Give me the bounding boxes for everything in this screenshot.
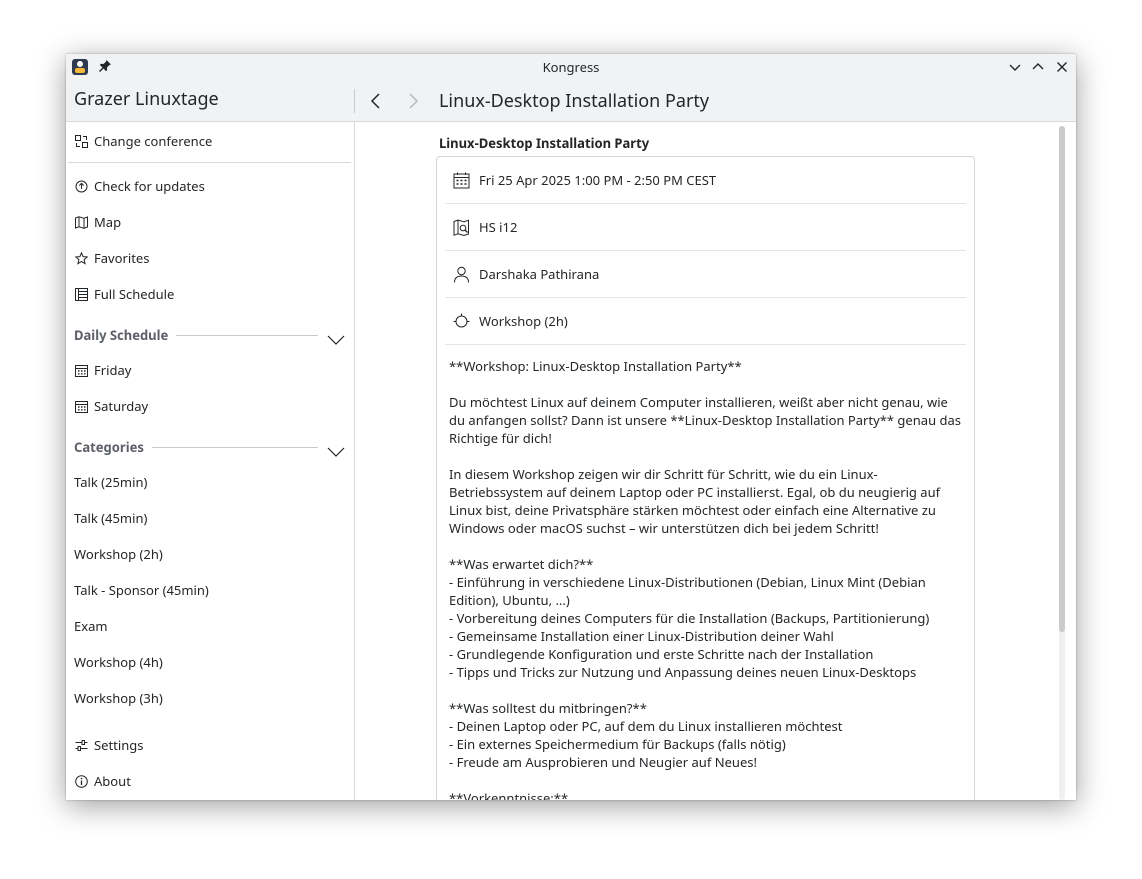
sidebar-item-check-updates[interactable]: Check for updates [74, 176, 205, 196]
calendar-icon [74, 399, 88, 413]
category-icon [451, 311, 471, 331]
chevron-down-icon [327, 447, 345, 457]
sidebar-item-map[interactable]: Map [74, 212, 121, 232]
description-paragraph: **Was erwartet dich?** - Einführung in v… [449, 555, 930, 681]
back-button[interactable] [365, 89, 387, 113]
sidebar-item-about[interactable]: About [74, 771, 131, 791]
daily-schedule-heading: Daily Schedule [74, 326, 169, 344]
sidebar-item-settings[interactable]: Settings [74, 735, 143, 755]
sidebar-item-label: Friday [94, 361, 132, 379]
sidebar-item-category[interactable]: Workshop (3h) [74, 688, 163, 708]
calendar-icon [74, 363, 88, 377]
daily-schedule-collapse-button[interactable] [327, 329, 345, 345]
sidebar-item-saturday[interactable]: Saturday [74, 396, 148, 416]
maximize-button[interactable] [1029, 58, 1047, 76]
sidebar-item-favorites[interactable]: Favorites [74, 248, 149, 268]
sidebar-item-category[interactable]: Talk (45min) [74, 508, 147, 528]
sidebar-item-label: Settings [94, 736, 144, 754]
star-icon [74, 251, 88, 265]
close-button[interactable] [1053, 58, 1071, 76]
map-icon [74, 215, 88, 229]
header-divider [354, 89, 355, 113]
update-icon [74, 179, 88, 193]
event-speaker: Darshaka Pathirana [479, 265, 600, 283]
section-divider [152, 447, 318, 448]
sidebar-item-category[interactable]: Exam [74, 616, 108, 636]
calendar-icon [451, 170, 471, 190]
switch-icon [74, 134, 88, 148]
description-paragraph: **Vorkenntnisse:** [449, 789, 569, 800]
description-paragraph: Du möchtest Linux auf deinem Computer in… [449, 393, 965, 447]
event-category: Workshop (2h) [479, 312, 568, 330]
categories-heading: Categories [74, 438, 144, 456]
sidebar-item-category[interactable]: Talk - Sponsor (45min) [74, 580, 209, 600]
description-paragraph: In diesem Workshop zeigen wir dir Schrit… [449, 465, 944, 537]
close-icon [1057, 62, 1067, 72]
event-speaker-row[interactable]: Darshaka Pathirana [445, 251, 966, 298]
sidebar-item-friday[interactable]: Friday [74, 360, 131, 380]
event-room: HS i12 [479, 218, 518, 236]
sidebar-item-label: Full Schedule [94, 285, 175, 303]
event-datetime-row: Fri 25 Apr 2025 1:00 PM - 2:50 PM CEST [445, 157, 966, 204]
sidebar-item-label: About [94, 772, 131, 790]
sidebar-item-category[interactable]: Workshop (4h) [74, 652, 163, 672]
info-icon [74, 774, 88, 788]
event-detail-page: Linux-Desktop Installation Party Fri 25 … [355, 122, 1076, 800]
event-card: Fri 25 Apr 2025 1:00 PM - 2:50 PM CEST H… [436, 156, 975, 800]
event-description: **Workshop: Linux-Desktop Installation P… [449, 357, 965, 800]
section-divider [176, 335, 318, 336]
app-window: Kongress Grazer Linuxtage Linux-Desktop … [66, 54, 1076, 800]
person-icon [451, 264, 471, 284]
sidebar-item-label: Map [94, 213, 122, 231]
chevron-down-icon [1009, 64, 1021, 71]
titlebar: Kongress [66, 54, 1076, 81]
minimize-button[interactable] [1006, 58, 1024, 76]
settings-icon [74, 738, 88, 752]
event-datetime: Fri 25 Apr 2025 1:00 PM - 2:50 PM CEST [479, 171, 717, 189]
event-category-row: Workshop (2h) [445, 298, 966, 345]
change-conference-label: Change conference [94, 132, 213, 150]
chevron-right-icon [409, 93, 419, 109]
window-title: Kongress [542, 58, 600, 76]
schedule-icon [74, 287, 88, 301]
sidebar: Change conference Check for updates Map … [66, 122, 355, 800]
header-toolbar: Grazer Linuxtage Linux-Desktop Installat… [66, 81, 1076, 122]
categories-collapse-button[interactable] [327, 441, 345, 457]
description-paragraph: **Workshop: Linux-Desktop Installation P… [449, 357, 742, 375]
sidebar-item-category[interactable]: Talk (25min) [74, 472, 147, 492]
sidebar-item-category[interactable]: Workshop (2h) [74, 544, 163, 564]
conference-name: Grazer Linuxtage [74, 87, 219, 111]
forward-button[interactable] [402, 89, 424, 113]
sidebar-divider [68, 162, 351, 163]
description-paragraph: **Was solltest du mitbringen?** - Deinen… [449, 699, 843, 771]
sidebar-item-full-schedule[interactable]: Full Schedule [74, 284, 174, 304]
sidebar-item-label: Saturday [94, 397, 149, 415]
chevron-left-icon [370, 93, 380, 109]
scrollbar-thumb[interactable] [1059, 126, 1065, 632]
chevron-down-icon [327, 335, 345, 345]
map-search-icon [451, 217, 471, 237]
event-title: Linux-Desktop Installation Party [439, 134, 650, 152]
page-title: Linux-Desktop Installation Party [439, 89, 710, 113]
sidebar-item-label: Favorites [94, 249, 150, 267]
change-conference-button[interactable]: Change conference [74, 131, 212, 151]
chevron-up-icon [1032, 63, 1044, 70]
event-room-row[interactable]: HS i12 [445, 204, 966, 251]
sidebar-item-label: Check for updates [94, 177, 205, 195]
